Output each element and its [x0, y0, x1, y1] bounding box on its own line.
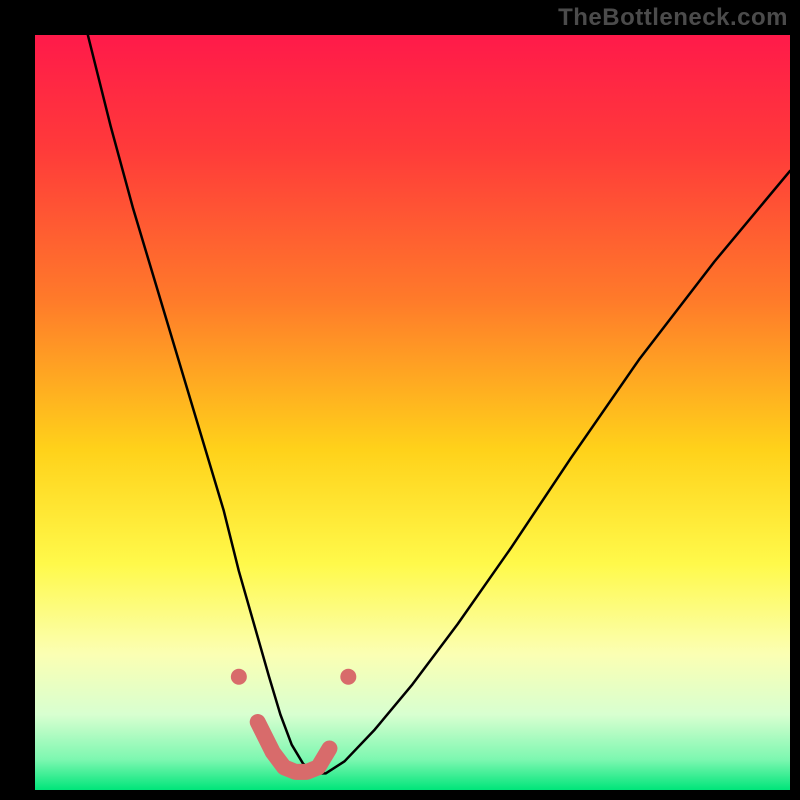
- bottleneck-plot: [0, 0, 800, 800]
- plot-background: [35, 35, 790, 790]
- watermark-text: TheBottleneck.com: [558, 4, 788, 32]
- marker-dot: [340, 669, 356, 685]
- chart-frame: TheBottleneck.com: [0, 0, 800, 800]
- marker-dot: [231, 669, 247, 685]
